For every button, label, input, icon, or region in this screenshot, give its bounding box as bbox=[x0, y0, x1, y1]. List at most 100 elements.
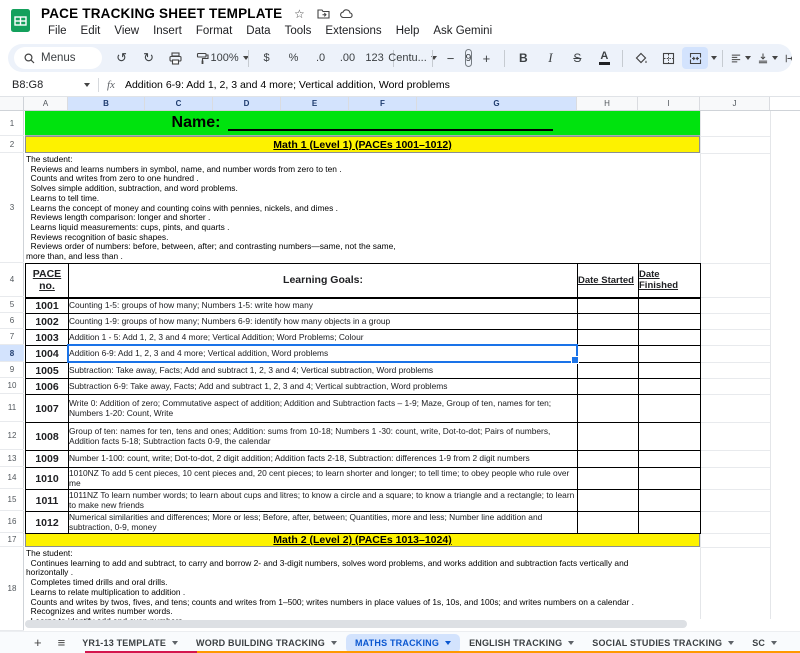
menus-search-button[interactable]: Menus bbox=[14, 47, 102, 69]
vertical-align-button[interactable] bbox=[755, 47, 781, 69]
column-header-d[interactable]: D bbox=[213, 97, 281, 110]
date-finished-cell[interactable] bbox=[638, 450, 701, 468]
undo-button[interactable]: ↺ bbox=[109, 47, 135, 69]
date-started-cell[interactable] bbox=[577, 422, 639, 451]
text-color-button[interactable]: A bbox=[591, 47, 617, 69]
date-started-header[interactable]: Date Started bbox=[577, 263, 639, 299]
date-finished-cell[interactable] bbox=[638, 422, 701, 451]
column-header-a[interactable]: A bbox=[24, 97, 68, 110]
merge-cells-button[interactable] bbox=[682, 47, 709, 69]
format-currency-button[interactable]: $ bbox=[254, 47, 280, 69]
date-started-cell[interactable] bbox=[577, 378, 639, 395]
sheet-tab-maths-tracking[interactable]: MATHS TRACKING bbox=[345, 633, 461, 653]
borders-button[interactable] bbox=[655, 47, 681, 69]
redo-button[interactable]: ↻ bbox=[136, 47, 162, 69]
pace-no-header[interactable]: PACE no. bbox=[25, 263, 69, 299]
date-started-cell[interactable] bbox=[577, 394, 639, 423]
section-header-math2[interactable]: Math 2 (Level 2) (PACEs 1013–1024) bbox=[25, 533, 700, 547]
row-header-5[interactable]: 5 bbox=[0, 297, 24, 313]
menu-item-help[interactable]: Help bbox=[389, 23, 427, 39]
pace-no-cell[interactable]: 1008 bbox=[25, 422, 69, 451]
font-family-select[interactable]: Centu... bbox=[388, 47, 437, 69]
menu-item-format[interactable]: Format bbox=[189, 23, 239, 39]
pace-no-cell[interactable]: 1003 bbox=[25, 329, 69, 346]
row-header-7[interactable]: 7 bbox=[0, 329, 24, 345]
pace-no-cell[interactable]: 1012 bbox=[25, 511, 69, 534]
strikethrough-button[interactable]: S bbox=[564, 47, 590, 69]
merge-options-caret[interactable] bbox=[711, 56, 718, 60]
fill-color-button[interactable] bbox=[628, 47, 654, 69]
row-header-8[interactable]: 8 bbox=[0, 345, 24, 362]
document-title[interactable]: PACE TRACKING SHEET TEMPLATE bbox=[41, 6, 282, 21]
move-folder-icon[interactable] bbox=[316, 7, 330, 21]
all-sheets-button[interactable]: ≡ bbox=[50, 634, 74, 652]
menu-item-view[interactable]: View bbox=[107, 23, 146, 39]
date-finished-cell[interactable] bbox=[638, 394, 701, 423]
row-header-6[interactable]: 6 bbox=[0, 313, 24, 329]
selection-fill-handle[interactable] bbox=[571, 356, 579, 364]
name-box[interactable]: B8:G8 bbox=[0, 79, 90, 91]
row-header-2[interactable]: 2 bbox=[0, 136, 24, 153]
learning-goal-cell[interactable]: Group of ten: names for ten, tens and on… bbox=[68, 422, 578, 451]
menu-item-file[interactable]: File bbox=[41, 23, 74, 39]
row-header-16[interactable]: 16 bbox=[0, 511, 24, 533]
column-header-i[interactable]: I bbox=[638, 97, 700, 110]
more-formats-button[interactable]: 123 bbox=[362, 47, 388, 69]
learning-goal-cell[interactable]: Write 0: Addition of zero; Commutative a… bbox=[68, 394, 578, 423]
section-header-math1[interactable]: Math 1 (Level 1) (PACEs 1001–1012) bbox=[25, 136, 700, 153]
learning-goal-cell[interactable]: Subtraction: Take away, Facts; Add and s… bbox=[68, 362, 578, 379]
row-header-13[interactable]: 13 bbox=[0, 450, 24, 467]
date-finished-header[interactable]: Date Finished bbox=[638, 263, 701, 299]
decrease-decimal-button[interactable]: .0 bbox=[308, 47, 334, 69]
date-started-cell[interactable] bbox=[577, 297, 639, 314]
cloud-saved-icon[interactable] bbox=[340, 7, 354, 21]
menu-item-data[interactable]: Data bbox=[239, 23, 277, 39]
pace-no-cell[interactable]: 1010 bbox=[25, 467, 69, 490]
date-finished-cell[interactable] bbox=[638, 329, 701, 346]
row-header-10[interactable]: 10 bbox=[0, 378, 24, 394]
learning-goals-header[interactable]: Learning Goals: bbox=[68, 263, 578, 299]
bold-button[interactable]: B bbox=[510, 47, 536, 69]
math2-description-cell[interactable]: The student: Continues learning to add a… bbox=[26, 548, 634, 627]
date-started-cell[interactable] bbox=[577, 450, 639, 468]
menu-item-extensions[interactable]: Extensions bbox=[318, 23, 388, 39]
sheet-tab-social-studies-tracking[interactable]: SOCIAL STUDIES TRACKING bbox=[583, 634, 743, 653]
date-finished-cell[interactable] bbox=[638, 313, 701, 330]
text-wrap-button[interactable] bbox=[782, 47, 792, 69]
date-finished-cell[interactable] bbox=[638, 362, 701, 379]
column-header-j[interactable]: J bbox=[700, 97, 770, 110]
date-finished-cell[interactable] bbox=[638, 345, 701, 363]
print-button[interactable] bbox=[163, 47, 189, 69]
learning-goal-cell[interactable]: 1011NZ To learn number words; to learn a… bbox=[68, 489, 578, 512]
date-finished-cell[interactable] bbox=[638, 467, 701, 490]
learning-goal-cell[interactable]: Number 1-100: count, write; Dot-to-dot, … bbox=[68, 450, 578, 468]
row-header-4[interactable]: 4 bbox=[0, 263, 24, 297]
column-header-f[interactable]: F bbox=[349, 97, 417, 110]
sheet-tab-word-building-tracking[interactable]: WORD BUILDING TRACKING bbox=[187, 634, 346, 653]
column-header-c[interactable]: C bbox=[145, 97, 213, 110]
row-header-9[interactable]: 9 bbox=[0, 362, 24, 378]
date-finished-cell[interactable] bbox=[638, 378, 701, 395]
formula-input[interactable]: Addition 6-9: Add 1, 2, 3 and 4 more; Ve… bbox=[125, 79, 450, 91]
pace-no-cell[interactable]: 1006 bbox=[25, 378, 69, 395]
star-icon[interactable]: ☆ bbox=[292, 7, 306, 21]
format-percent-button[interactable]: % bbox=[281, 47, 307, 69]
column-header-b[interactable]: B bbox=[68, 97, 145, 110]
date-started-cell[interactable] bbox=[577, 467, 639, 490]
pace-no-cell[interactable]: 1001 bbox=[25, 297, 69, 314]
column-header-h[interactable]: H bbox=[577, 97, 638, 110]
column-header-g[interactable]: G bbox=[417, 97, 577, 110]
pace-no-cell[interactable]: 1005 bbox=[25, 362, 69, 379]
add-sheet-button[interactable]: + bbox=[26, 634, 50, 652]
sheet-tab-yr1-13-template[interactable]: YR1-13 TEMPLATE bbox=[73, 634, 187, 653]
learning-goal-cell[interactable]: Counting 1-5: groups of how many; Number… bbox=[68, 297, 578, 314]
pace-no-cell[interactable]: 1009 bbox=[25, 450, 69, 468]
name-row-cell[interactable]: Name: bbox=[25, 111, 700, 136]
date-started-cell[interactable] bbox=[577, 362, 639, 379]
menu-item-insert[interactable]: Insert bbox=[146, 23, 189, 39]
row-header-11[interactable]: 11 bbox=[0, 394, 24, 422]
row-header-12[interactable]: 12 bbox=[0, 422, 24, 450]
select-all-corner[interactable] bbox=[0, 97, 24, 110]
date-started-cell[interactable] bbox=[577, 329, 639, 346]
date-started-cell[interactable] bbox=[577, 489, 639, 512]
